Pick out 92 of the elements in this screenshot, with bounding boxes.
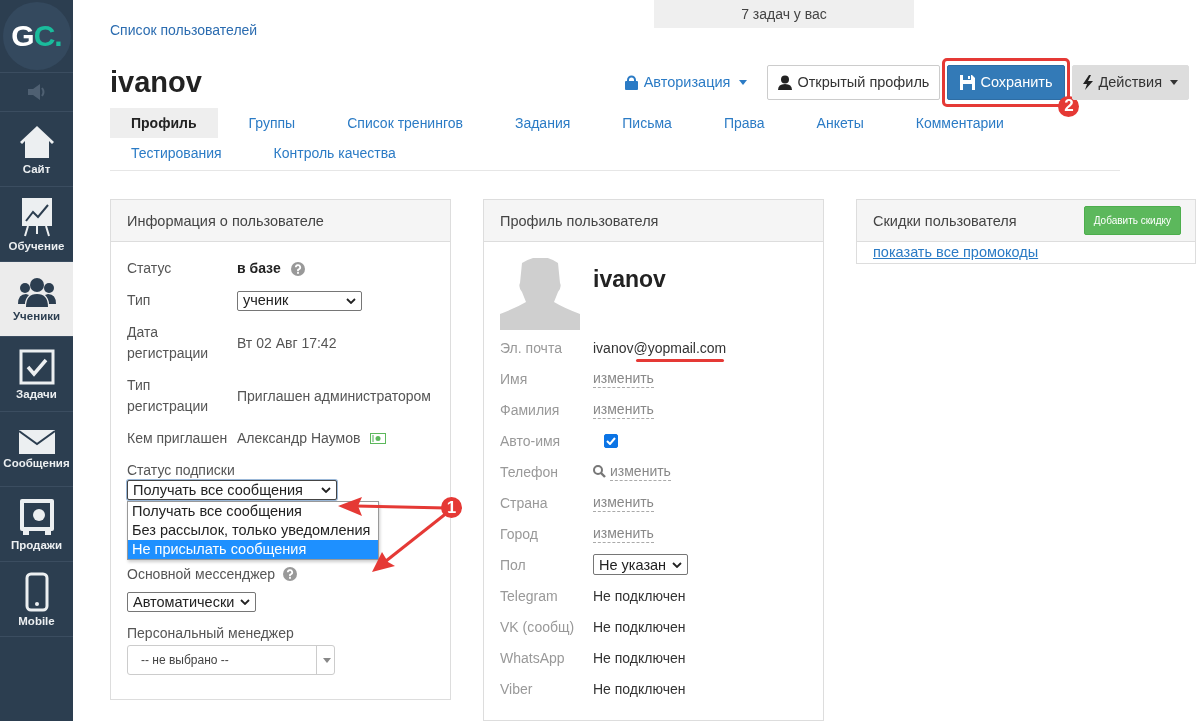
field-label: Тип: [127, 291, 152, 310]
breadcrumb-link[interactable]: Список пользователей: [110, 22, 258, 38]
chevron-icon: [321, 487, 331, 493]
authorization-dropdown[interactable]: Авторизация: [624, 74, 748, 90]
field-label: Пол: [500, 556, 527, 573]
field-label: Персональный менеджер: [127, 624, 295, 643]
panel-title: Скидки пользователя: [873, 212, 1017, 229]
checkbox-icon: [18, 348, 55, 385]
field-label: Основной мессенджер: [127, 565, 276, 584]
panel-title: Профиль пользователя: [500, 212, 659, 229]
field-label: Страна: [500, 494, 549, 511]
tab[interactable]: Тестирования: [110, 138, 243, 168]
field-label: Статус: [127, 259, 173, 278]
page-title: ivanov: [110, 65, 202, 99]
tasks-banner[interactable]: 7 задач у вас: [654, 0, 914, 28]
subscription-select[interactable]: Получать все сообщения: [127, 480, 337, 500]
caret-icon: [1170, 79, 1178, 85]
field-label: Эл. почта: [500, 339, 563, 356]
tab[interactable]: Профиль: [110, 108, 218, 138]
tab[interactable]: Задания: [493, 108, 592, 138]
envelope-icon: [18, 429, 55, 454]
lock-icon: [624, 74, 638, 90]
field-value: Не подключен: [593, 649, 686, 666]
dropdown-option[interactable]: Получать все сообщения: [128, 502, 378, 521]
field-label: Кем приглашен: [127, 429, 229, 448]
edit-link[interactable]: изменить: [593, 400, 654, 419]
edit-link[interactable]: изменить: [593, 493, 654, 512]
sidebar-item[interactable]: Задачи: [0, 337, 73, 412]
safe-icon: [18, 497, 55, 536]
edit-link[interactable]: изменить: [593, 524, 654, 543]
search-icon[interactable]: [593, 465, 606, 478]
help-icon[interactable]: [290, 261, 305, 276]
help-icon[interactable]: [283, 567, 298, 581]
caret-icon: [739, 79, 748, 85]
field-label: Имя: [500, 370, 529, 387]
sidebar-item[interactable]: Обучение: [0, 187, 73, 262]
tab[interactable]: Группы: [227, 108, 317, 138]
money-icon: [370, 433, 387, 444]
field-value: Не подключен: [593, 587, 686, 604]
phone-icon: [24, 571, 49, 612]
tab[interactable]: Комментарии: [894, 108, 1025, 138]
field-label: Телефон: [500, 463, 560, 480]
actions-dropdown[interactable]: Действия: [1072, 64, 1189, 100]
chevron-icon: [346, 297, 356, 304]
field-value: Приглашен администратором: [237, 386, 431, 406]
tab[interactable]: Письма: [601, 108, 693, 138]
field-label: WhatsApp: [500, 649, 566, 666]
lightning-icon: [1083, 74, 1094, 90]
field-value: Не подключен: [593, 680, 686, 697]
field-label: Telegram: [500, 587, 559, 604]
field-value: Не подключен: [593, 618, 686, 635]
tab[interactable]: Анкеты: [795, 108, 885, 138]
field-label: Viber: [500, 680, 534, 697]
logo[interactable]: GC.: [2, 2, 71, 70]
chevron-icon: [672, 561, 683, 568]
sidebar-item[interactable]: Ученики: [0, 262, 73, 337]
field-label: Статус подписки: [127, 461, 236, 480]
field-label: VK (сообщ): [500, 618, 576, 635]
email-value: ivanov@yopmail.com: [593, 339, 727, 356]
edit-link[interactable]: изменить: [593, 369, 654, 388]
status-value: в базе: [237, 259, 281, 278]
sidebar-item[interactable]: Продажи: [0, 487, 73, 562]
sidebar-item[interactable]: Mobile: [0, 562, 73, 637]
dropdown-option[interactable]: Без рассылок, только уведомления: [128, 521, 378, 540]
profile-name: ivanov: [593, 265, 666, 293]
gender-select[interactable]: Не указан: [593, 554, 689, 575]
person-icon: [778, 74, 793, 90]
tab[interactable]: Права: [702, 108, 786, 138]
manager-select[interactable]: -- не выбрано --: [127, 645, 335, 675]
field-value: Вт 02 Авг 17:42: [237, 333, 337, 353]
panel-title: Информация о пользователе: [127, 212, 324, 229]
open-profile-button[interactable]: Открытый профиль: [767, 64, 941, 100]
tab[interactable]: Список тренингов: [326, 108, 484, 138]
tab[interactable]: Контроль качества: [252, 138, 417, 168]
messenger-select[interactable]: Автоматически: [127, 592, 257, 612]
caret-icon: [323, 657, 331, 663]
save-button[interactable]: Сохранить: [947, 64, 1066, 100]
field-label: Город: [500, 525, 539, 542]
chart-easel-icon: [19, 196, 54, 237]
field-label: Авто-имя: [500, 432, 562, 449]
sidebar-item[interactable]: Сайт: [0, 112, 73, 187]
edit-link[interactable]: изменить: [610, 462, 671, 481]
field-label: Тип регистрации: [127, 376, 210, 416]
field-label: Фамилия: [500, 401, 561, 418]
inviter-name[interactable]: Александр Наумов: [237, 428, 361, 449]
people-group-icon: [17, 276, 56, 307]
type-select[interactable]: ученик: [237, 290, 362, 311]
auto-name-checkbox[interactable]: [604, 433, 618, 448]
chevron-icon: [240, 599, 251, 605]
promo-codes-link[interactable]: показать все промокоды: [873, 244, 1039, 260]
field-label: Дата регистрации: [127, 323, 210, 363]
sidebar-item[interactable]: Сообщения: [0, 412, 73, 487]
